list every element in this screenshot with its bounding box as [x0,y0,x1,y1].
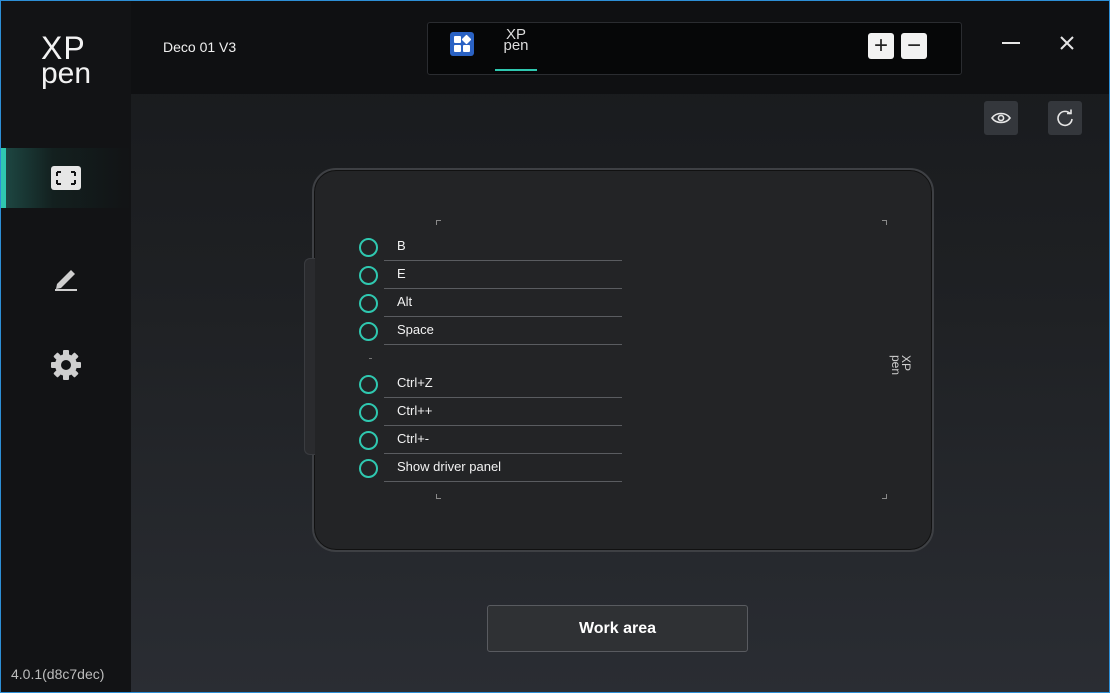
app-tabs: XP pen + − [427,22,962,75]
shortcut-key-4[interactable]: Space [359,318,623,345]
reset-button[interactable] [1048,101,1082,135]
shortcut-label: Ctrl+Z [397,375,433,390]
divider [384,288,622,289]
remove-app-button[interactable]: − [901,33,927,59]
work-area-button[interactable]: Work area [487,605,748,652]
shortcut-key-3[interactable]: Alt [359,290,623,317]
top-bar: Deco 01 V3 XP pen + − [131,1,1109,94]
sidebar: XP pen 4.0.1(d8c7dec) [1,1,131,692]
key-indicator-icon [359,322,378,341]
shortcut-label: Ctrl++ [397,403,433,418]
shortcut-label: Ctrl+- [397,431,430,446]
shortcut-label: Show driver panel [397,459,502,474]
tablet-brand-logo: XP pen [881,355,913,376]
shortcut-key-8[interactable]: Show driver panel [359,455,623,482]
key-indicator-icon [359,375,378,394]
frame-icon [51,166,81,190]
shortcut-key-5[interactable]: Ctrl+Z [359,371,623,398]
tab-active-indicator [495,69,537,71]
key-separator [369,358,372,359]
divider [384,260,622,261]
work-area-corner [436,220,441,225]
tab-xppen[interactable]: XP pen [495,27,537,71]
all-apps-icon[interactable] [450,32,474,56]
divider [384,344,622,345]
sidebar-item-pen[interactable] [1,247,131,307]
device-name: Deco 01 V3 [163,39,237,55]
close-button[interactable] [1055,31,1079,55]
key-indicator-icon [359,294,378,313]
pen-icon [55,270,77,291]
add-app-button[interactable]: + [868,33,894,59]
close-icon [1060,36,1074,50]
tablet-preview: B E Alt Space Ctrl+Z Ctrl++ Ctrl+- Show … [304,168,934,552]
version-label: 4.0.1(d8c7dec) [11,666,105,682]
gear-icon [51,350,81,380]
minimize-button[interactable] [999,31,1023,55]
shortcut-label: E [397,266,406,281]
eye-icon [991,112,1011,124]
divider [384,316,622,317]
work-area-corner [882,220,887,225]
tablet-brand-line2: pen [889,355,903,376]
divider [384,425,622,426]
divider [384,397,622,398]
key-indicator-icon [359,403,378,422]
key-indicator-icon [359,238,378,257]
shortcut-label: Alt [397,294,413,309]
key-indicator-icon [359,266,378,285]
shortcut-key-6[interactable]: Ctrl++ [359,399,623,426]
sidebar-item-work-area[interactable] [1,148,131,208]
divider [384,453,622,454]
minimize-icon [1002,42,1020,44]
preview-button[interactable] [984,101,1018,135]
refresh-icon [1057,109,1073,127]
shortcut-key-2[interactable]: E [359,262,623,289]
tablet-key-strip [304,258,315,455]
logo-line2: pen [41,57,92,90]
shortcut-label: Space [397,322,434,337]
divider [384,481,622,482]
shortcut-key-1[interactable]: B [359,234,623,261]
shortcut-key-7[interactable]: Ctrl+- [359,427,623,454]
sidebar-item-settings[interactable] [1,335,131,395]
work-area-corner [436,494,441,499]
xppen-logo: XP pen [41,32,103,91]
app-window: XP pen 4.0.1(d8c7dec) Deco 01 V3 XP pen … [0,0,1110,693]
key-indicator-icon [359,431,378,450]
key-indicator-icon [359,459,378,478]
tab-xppen-line2: pen [503,37,529,54]
work-area-corner [882,494,887,499]
shortcut-label: B [397,238,406,253]
